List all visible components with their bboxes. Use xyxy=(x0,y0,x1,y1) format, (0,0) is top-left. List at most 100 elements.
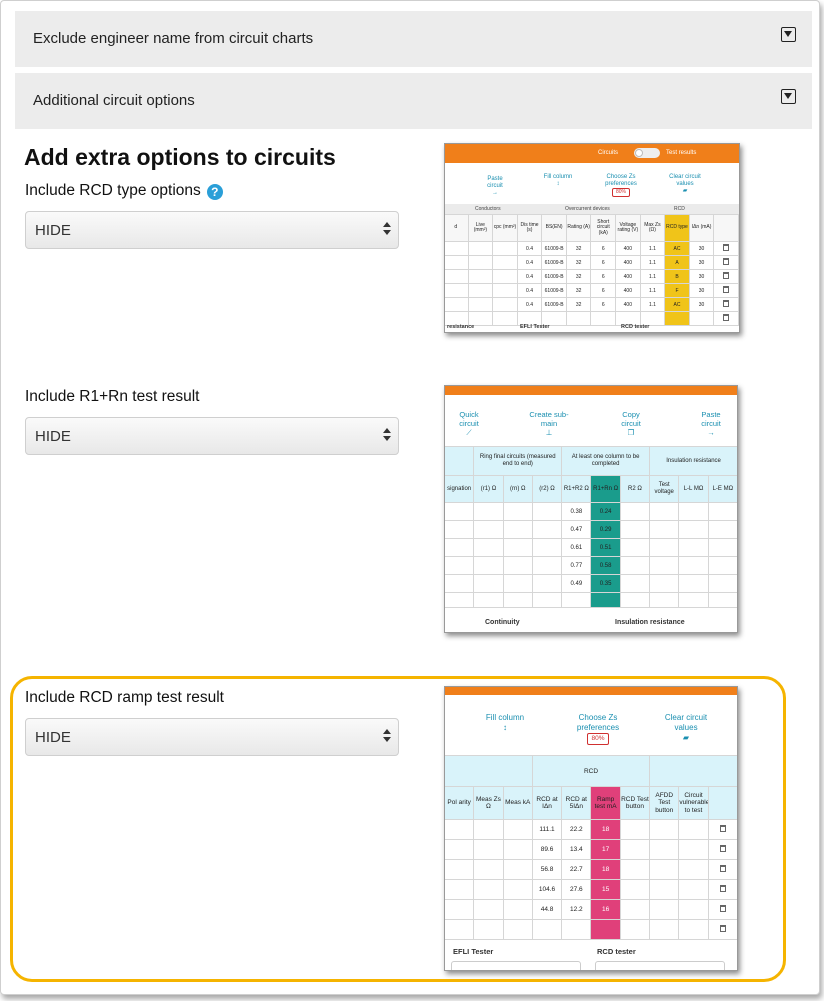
chevron-down-icon[interactable] xyxy=(781,89,796,104)
column-header xyxy=(713,214,739,242)
table-cell xyxy=(531,574,563,593)
table-cell xyxy=(619,556,651,575)
table-cell xyxy=(649,502,680,521)
group-header-row: Conductors Overcurrent devices RCD xyxy=(445,204,739,214)
table-cell xyxy=(707,819,737,840)
efli-tester-label: EFLI Tester xyxy=(453,947,494,956)
table-cell: 32 xyxy=(565,297,592,312)
table-cell xyxy=(619,538,651,557)
option-label-text: Include RCD type options xyxy=(25,182,201,199)
table-cell xyxy=(678,520,709,539)
table-cell: 30 xyxy=(688,269,715,284)
table-header-row: Pol arity Meas Zs Ω Meas kA RCD at IΔn RCD a… xyxy=(445,786,737,820)
table-cell: AC xyxy=(664,241,690,256)
trash-icon xyxy=(723,286,730,293)
table-cell: 61009-B xyxy=(541,297,567,312)
table-cell: 400 xyxy=(615,269,641,284)
table-cell: 0.38 xyxy=(561,502,592,521)
help-icon[interactable]: ? xyxy=(206,184,223,200)
accordion-label: Additional circuit options xyxy=(33,92,195,109)
column-header: cpc (mm²) xyxy=(492,214,518,242)
table-cell xyxy=(619,574,651,593)
updown-arrow-icon: ↕ xyxy=(556,181,560,187)
toolbar-clear-values: Clear circuit values ▰ xyxy=(669,174,701,194)
table-cell xyxy=(678,574,709,593)
trash-icon xyxy=(719,865,726,872)
table-cell: 0.4 xyxy=(516,283,543,298)
table-cell: 6 xyxy=(590,297,617,312)
toolbar-paste-circuit: Paste circuit → xyxy=(701,410,721,437)
table-cell xyxy=(467,297,494,312)
table-cell: 6 xyxy=(590,255,617,270)
table-cell: 32 xyxy=(565,283,592,298)
table-cell xyxy=(649,520,680,539)
table-cell xyxy=(531,538,563,557)
table-cell xyxy=(649,859,680,880)
table-cell xyxy=(707,839,737,860)
eraser-icon: ▰ xyxy=(682,188,688,194)
table-cell: 56.8 xyxy=(531,859,563,880)
preview-rcd-type: Circuits Test results Paste circuit → Fil… xyxy=(444,143,740,333)
table-cell: 61009-B xyxy=(541,269,567,284)
table-cell xyxy=(445,446,475,476)
table-cell xyxy=(649,819,680,840)
table-cell xyxy=(565,311,592,326)
chevron-down-icon[interactable] xyxy=(781,27,796,42)
column-header: RCD at 5IΔn xyxy=(561,786,592,820)
rcd-type-select[interactable]: HIDE xyxy=(25,211,399,249)
table-row xyxy=(445,919,737,940)
table-row: 0.47 0.29 xyxy=(445,520,737,539)
accordion-label: Exclude engineer name from circuit chart… xyxy=(33,30,314,47)
table-cell: 0.51 xyxy=(590,538,621,557)
trash-icon xyxy=(719,925,726,932)
trash-icon xyxy=(719,845,726,852)
accordion-exclude-engineer[interactable]: Exclude engineer name from circuit chart… xyxy=(15,11,812,67)
table-cell: 27.6 xyxy=(561,879,592,900)
table-row: 0.61 0.51 xyxy=(445,538,737,557)
table-cell: 32 xyxy=(565,255,592,270)
table-cell xyxy=(467,241,494,256)
table-cell xyxy=(492,283,518,298)
accordion-additional-options[interactable]: Additional circuit options xyxy=(15,73,812,129)
table-cell xyxy=(531,592,563,608)
table-cell: 0.77 xyxy=(561,556,592,575)
table-cell xyxy=(590,592,621,608)
table-cell: 6 xyxy=(590,241,617,256)
table-cell xyxy=(473,556,504,575)
table-cell xyxy=(445,819,475,840)
table-cell xyxy=(473,502,504,521)
column-header: Dis time (s) xyxy=(516,214,543,242)
trash-icon xyxy=(719,885,726,892)
table-cell xyxy=(467,283,494,298)
table-cell xyxy=(502,574,533,593)
table-header-row: signation (r1) Ω (rn) Ω (r2) Ω R1+R2 Ω R1+Rn … xyxy=(445,475,737,503)
table-cell: A xyxy=(664,255,690,270)
toolbar-fill-column: Fill column ↕ xyxy=(485,713,525,732)
table-cell: 18 xyxy=(590,859,621,880)
table-cell: 400 xyxy=(615,297,641,312)
column-header: Ramp test mA xyxy=(590,786,621,820)
table-cell xyxy=(445,839,475,860)
r1rn-select[interactable]: HIDE xyxy=(25,417,399,455)
table-cell xyxy=(531,556,563,575)
table-cell: 0.58 xyxy=(590,556,621,575)
table-cell xyxy=(445,297,469,312)
table-cell xyxy=(502,592,533,608)
table-cell xyxy=(619,819,651,840)
table-cell xyxy=(713,269,739,284)
group-header: Ring final circuits (measured end to end… xyxy=(473,446,563,476)
table-cell: 1.1 xyxy=(639,255,666,270)
select-value: HIDE xyxy=(35,222,71,239)
column-header: Max Zs (Ω) xyxy=(639,214,666,242)
table-cell xyxy=(445,538,475,557)
column-header: Meas kA xyxy=(502,786,533,820)
table-cell xyxy=(467,255,494,270)
column-header: (r1) Ω xyxy=(473,475,504,503)
toolbar-quick-circuit: Quick circuit ⟋ xyxy=(459,410,479,437)
table-cell xyxy=(502,538,533,557)
table-cell xyxy=(473,899,504,920)
table-cell: 0.29 xyxy=(590,520,621,539)
table-row: 56.8 22.7 18 xyxy=(445,859,737,880)
group-header: RCD xyxy=(531,755,651,787)
table-cell: 12.2 xyxy=(561,899,592,920)
